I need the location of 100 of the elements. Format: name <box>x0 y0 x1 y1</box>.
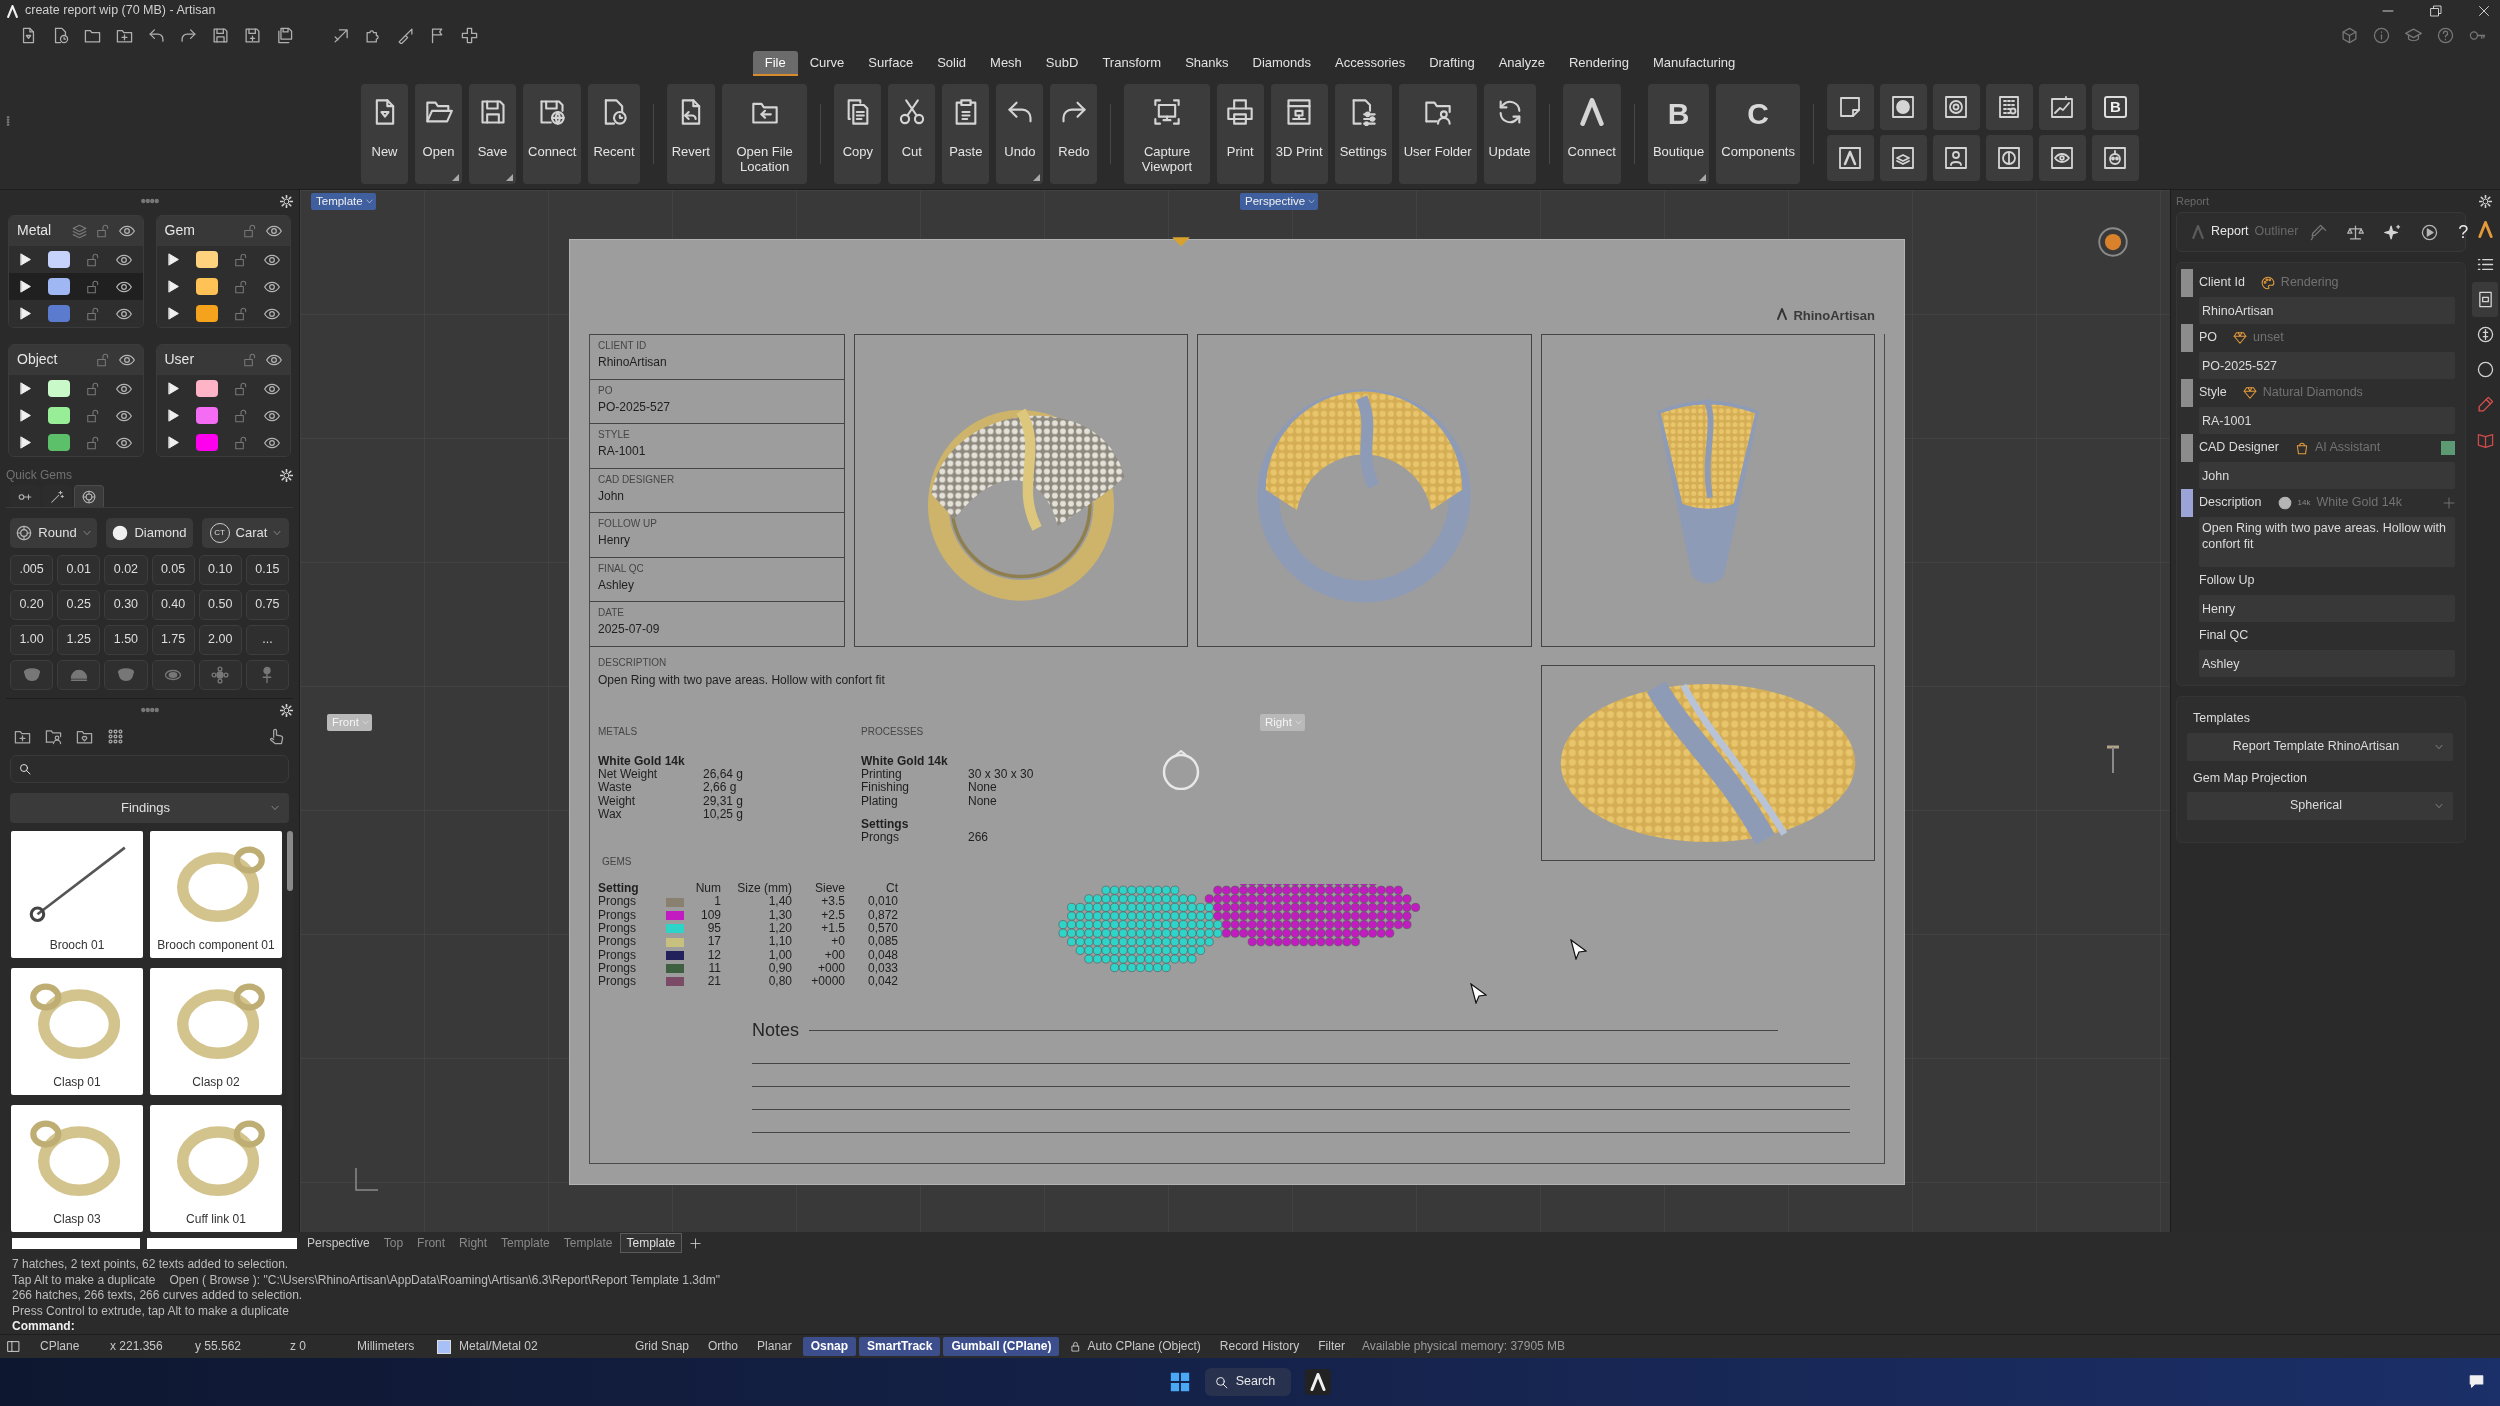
play-triangle-icon[interactable] <box>19 307 32 320</box>
restore-icon[interactable] <box>2430 5 2442 17</box>
ribbon-button[interactable]: C Components <box>1716 84 1800 184</box>
viewport-tab[interactable]: Template <box>619 1233 683 1253</box>
setting-button[interactable] <box>151 660 195 690</box>
settings-icon[interactable] <box>280 468 293 482</box>
setting-button[interactable] <box>245 660 289 690</box>
status-text[interactable]: CPlane <box>40 1339 80 1354</box>
ribbon-button[interactable]: Redo <box>1050 84 1098 184</box>
document-clock-icon[interactable] <box>52 26 69 44</box>
size-button[interactable]: 1.00 <box>10 625 54 655</box>
status-text[interactable]: Millimeters <box>357 1339 415 1354</box>
knife-icon[interactable] <box>397 26 414 44</box>
status-toggle[interactable]: Grid Snap <box>627 1337 698 1356</box>
tool-button[interactable]: B <box>2092 84 2139 130</box>
play-triangle-icon[interactable] <box>19 253 32 266</box>
size-button[interactable]: 0.10 <box>198 555 242 585</box>
ribbon-button[interactable]: Copy <box>834 84 882 184</box>
viewport-label[interactable]: Template <box>311 193 376 210</box>
viewport-label[interactable]: Perspective <box>1240 193 1319 210</box>
size-button[interactable]: 0.01 <box>57 555 101 585</box>
setting-button[interactable] <box>57 660 101 690</box>
ribbon-tab[interactable]: Analyze <box>1486 51 1557 76</box>
ribbon-button[interactable]: User Folder <box>1398 84 1477 184</box>
floppy-plus-icon[interactable] <box>244 26 261 44</box>
folder-person-icon[interactable] <box>45 727 62 745</box>
ribbon-button[interactable]: Print <box>1216 84 1264 184</box>
diagonal-arrow-icon[interactable] <box>333 26 350 44</box>
swatch-icon[interactable] <box>195 278 218 295</box>
library-item[interactable]: Clasp 03 <box>11 1105 143 1232</box>
ribbon-tab[interactable]: Manufacturing <box>1640 51 1748 76</box>
ribbon-button[interactable]: Update <box>1483 84 1536 184</box>
panel-tab[interactable]: Report <box>2211 224 2249 240</box>
settings-icon[interactable] <box>280 194 293 208</box>
category-dropdown[interactable]: Findings <box>10 793 289 823</box>
library-item[interactable]: Brooch component 01 <box>150 831 282 958</box>
ribbon-tab[interactable]: Transform <box>1090 51 1174 76</box>
setting-button[interactable] <box>10 660 54 690</box>
undo-arrow-icon[interactable] <box>148 26 165 44</box>
ribbon-button[interactable]: Revert <box>666 84 715 184</box>
ribbon-button[interactable]: Connect <box>523 84 582 184</box>
ribbon-tab[interactable]: Mesh <box>978 51 1034 76</box>
swatch-icon[interactable] <box>48 434 71 451</box>
sphere-ring-icon[interactable] <box>2098 227 2128 257</box>
open-padlock-icon[interactable] <box>233 306 248 321</box>
close-icon[interactable] <box>2478 5 2490 17</box>
size-button[interactable]: .005 <box>10 555 54 585</box>
ribbon-button[interactable]: Paste <box>942 84 990 184</box>
status-toggle[interactable]: Filter <box>1310 1337 1353 1356</box>
side-tab[interactable] <box>2472 282 2498 317</box>
swatch-icon[interactable] <box>48 278 71 295</box>
size-button[interactable]: 0.25 <box>57 590 101 620</box>
help-button[interactable]: ? <box>2458 222 2469 242</box>
size-button[interactable]: 0.20 <box>10 590 54 620</box>
eye-icon[interactable] <box>118 352 135 368</box>
tool-button[interactable] <box>1986 84 2033 130</box>
tool-button[interactable] <box>1880 135 1927 181</box>
play-triangle-icon[interactable] <box>166 280 180 293</box>
open-padlock-icon[interactable] <box>86 306 101 321</box>
ribbon-tab[interactable]: Accessories <box>1323 51 1418 76</box>
viewport-tab[interactable]: Front <box>410 1233 453 1253</box>
text-field[interactable]: RhinoArtisan <box>2199 297 2455 324</box>
pointing-hand-icon[interactable] <box>268 727 285 745</box>
swatch-icon[interactable] <box>48 305 71 322</box>
size-button[interactable]: 0.30 <box>104 590 148 620</box>
search-button[interactable]: Search <box>1204 1368 1292 1396</box>
size-button[interactable]: 0.40 <box>151 590 195 620</box>
ribbon-button[interactable]: Settings <box>1334 84 1392 184</box>
eye-icon[interactable] <box>118 223 135 239</box>
library-item[interactable]: Cuff link 01 <box>150 1105 282 1232</box>
ribbon-tab[interactable]: Rendering <box>1556 51 1641 76</box>
gem-tab[interactable] <box>74 485 104 507</box>
library-item[interactable]: Clasp 02 <box>150 968 282 1095</box>
dropdown[interactable]: Round <box>10 518 97 548</box>
scrollbar-thumb[interactable] <box>287 831 293 891</box>
setting-button[interactable] <box>104 660 148 690</box>
dropdown[interactable]: CT Carat <box>202 518 289 548</box>
ribbon-tab[interactable]: Solid <box>925 51 979 76</box>
ribbon-button[interactable]: 3D Print <box>1270 84 1328 184</box>
open-padlock-icon[interactable] <box>86 252 101 267</box>
open-padlock-icon[interactable] <box>86 435 101 450</box>
size-button[interactable]: 0.05 <box>151 555 195 585</box>
play-triangle-icon[interactable] <box>166 436 180 449</box>
viewport-tab[interactable]: Template <box>556 1233 620 1253</box>
ribbon-tab[interactable]: Shanks <box>1173 51 1241 76</box>
status-toggle[interactable]: Planar <box>749 1337 800 1356</box>
status-text[interactable]: Metal/Metal 02 <box>459 1339 538 1354</box>
app-button[interactable] <box>1305 1369 1332 1395</box>
template-dropdown[interactable]: Spherical <box>2187 792 2453 821</box>
open-padlock-icon[interactable] <box>233 408 248 423</box>
swatch-icon[interactable] <box>48 407 71 424</box>
text-field[interactable]: RA-1001 <box>2199 407 2455 434</box>
panel-toggle-icon[interactable] <box>7 1340 20 1353</box>
play-triangle-icon[interactable] <box>19 280 32 293</box>
open-padlock-icon[interactable] <box>233 381 248 396</box>
open-padlock-icon[interactable] <box>95 353 110 367</box>
tool-button[interactable] <box>2039 84 2086 130</box>
tool-button[interactable] <box>2039 135 2086 181</box>
swatch-icon[interactable] <box>48 251 71 268</box>
size-button[interactable]: 1.25 <box>57 625 101 655</box>
